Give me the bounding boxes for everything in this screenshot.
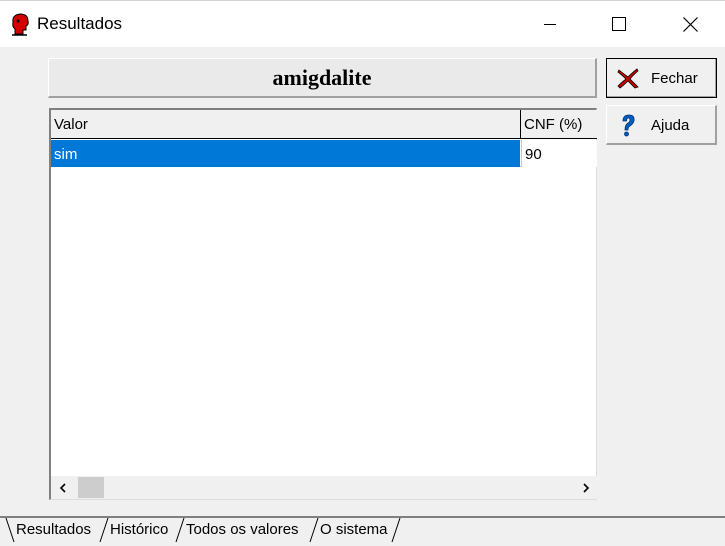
tab-strip: Resultados Histórico Todos os valores O …	[0, 516, 725, 546]
tab-resultados[interactable]: Resultados	[6, 518, 99, 544]
results-grid[interactable]: Valor CNF (%) sim 90	[49, 108, 597, 500]
window-title: Resultados	[37, 14, 123, 33]
ajuda-label: Ajuda	[651, 117, 690, 134]
fechar-label: Fechar	[651, 70, 698, 87]
horizontal-scrollbar[interactable]	[51, 476, 597, 499]
close-window-button[interactable]	[667, 1, 713, 47]
table-row[interactable]: sim 90	[51, 140, 597, 167]
column-header-cnf[interactable]: CNF (%)	[521, 110, 597, 138]
ajuda-button[interactable]: Ajuda	[606, 105, 717, 145]
minimize-icon	[544, 24, 556, 25]
maximize-icon	[612, 17, 626, 31]
scroll-left-button[interactable]	[51, 476, 74, 499]
question-title: amigdalite	[272, 64, 372, 90]
fechar-button[interactable]: Fechar	[606, 58, 717, 98]
tab-historico[interactable]: Histórico	[100, 518, 176, 544]
results-window: Resultados amigdalite Valor CNF (%) sim …	[0, 0, 725, 546]
close-icon	[682, 16, 698, 32]
grid-header: Valor CNF (%)	[51, 110, 597, 139]
scroll-thumb[interactable]	[78, 477, 104, 498]
help-question-icon	[622, 114, 635, 137]
close-x-icon	[617, 68, 639, 89]
tab-o-sistema[interactable]: O sistema	[310, 518, 396, 544]
cell-valor[interactable]: sim	[51, 140, 520, 167]
tab-todos-os-valores[interactable]: Todos os valores	[176, 518, 312, 544]
cell-cnf[interactable]: 90	[521, 140, 597, 167]
maximize-button[interactable]	[596, 1, 642, 47]
scroll-right-button[interactable]	[574, 476, 597, 499]
tab-divider	[391, 518, 401, 543]
question-header: amigdalite	[48, 58, 597, 98]
title-bar: Resultados	[0, 0, 725, 47]
chevron-right-icon	[582, 482, 589, 493]
minimize-button[interactable]	[527, 1, 573, 47]
app-head-icon	[12, 13, 29, 36]
column-header-valor[interactable]: Valor	[51, 110, 521, 138]
chevron-left-icon	[59, 482, 66, 493]
